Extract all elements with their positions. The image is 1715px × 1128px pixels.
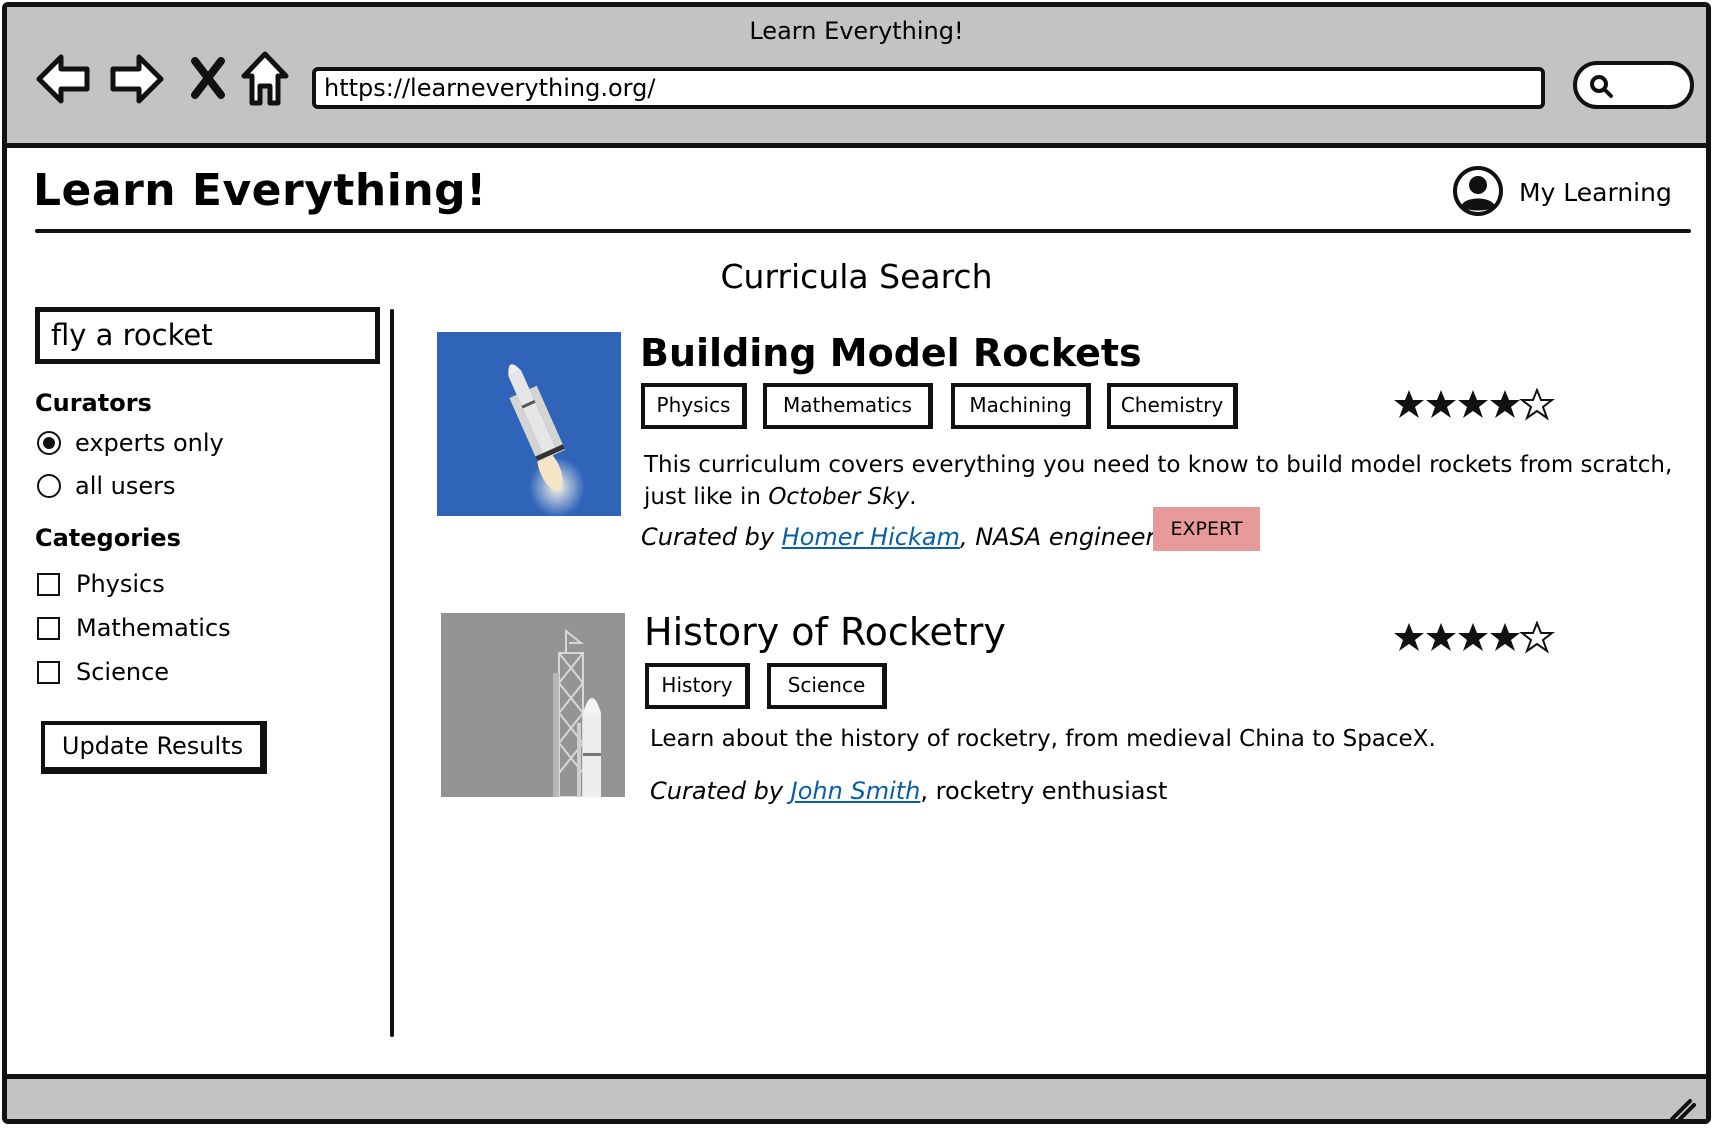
checkbox[interactable] xyxy=(37,616,60,640)
search-input[interactable]: fly a rocket xyxy=(35,307,380,364)
launch-tower-thumbnail[interactable] xyxy=(441,613,625,797)
curator-option-experts[interactable]: experts only xyxy=(37,428,224,458)
categories-heading: Categories xyxy=(35,524,181,552)
status-bar xyxy=(7,1074,1706,1123)
tag-physics[interactable]: Physics xyxy=(641,383,747,429)
rocket-launch-thumbnail[interactable] xyxy=(437,332,621,516)
category-option-label: Physics xyxy=(76,570,165,598)
browser-search-field[interactable] xyxy=(1573,61,1694,109)
curators-heading: Curators xyxy=(35,389,152,417)
result-description: This curriculum covers everything you ne… xyxy=(644,449,1686,513)
magnifier-icon xyxy=(1590,75,1613,98)
category-option-label: Science xyxy=(76,658,170,686)
curator-role: , rocketry enthusiast xyxy=(920,777,1168,805)
update-results-button[interactable]: Update Results xyxy=(41,721,267,774)
description-end: . xyxy=(909,484,917,510)
description-italic: October Sky xyxy=(768,484,910,510)
curator-link[interactable]: Homer Hickam xyxy=(782,523,960,551)
window-title: Learn Everything! xyxy=(749,17,964,45)
result-title[interactable]: Building Model Rockets xyxy=(640,331,1142,375)
radio-selected[interactable] xyxy=(37,431,61,455)
category-option-mathematics[interactable]: Mathematics xyxy=(37,613,231,643)
back-arrow-icon[interactable] xyxy=(35,51,93,107)
category-option-label: Mathematics xyxy=(76,614,231,642)
curator-role: , NASA engineer xyxy=(959,523,1156,551)
my-learning-link[interactable]: My Learning xyxy=(1519,178,1672,207)
curator-option-all-users[interactable]: all users xyxy=(37,471,176,501)
resize-grip-icon[interactable] xyxy=(1666,1093,1696,1123)
curator-line: Curated by Homer Hickam, NASA engineer xyxy=(641,523,1155,551)
page-title: Curricula Search xyxy=(720,257,993,296)
curator-link[interactable]: John Smith xyxy=(791,777,921,805)
tag-mathematics[interactable]: Mathematics xyxy=(763,383,933,429)
tag-machining[interactable]: Machining xyxy=(951,383,1091,429)
rating-stars-icon xyxy=(1394,622,1553,652)
url-bar[interactable]: https://learneverything.org/ xyxy=(312,67,1545,109)
result-title[interactable]: History of Rocketry xyxy=(644,610,1006,654)
forward-arrow-icon[interactable] xyxy=(107,51,165,107)
curator-option-label: experts only xyxy=(75,429,224,457)
curated-by-prefix: Curated by xyxy=(641,523,775,551)
stop-x-icon[interactable] xyxy=(190,57,226,99)
site-brand[interactable]: Learn Everything! xyxy=(33,165,487,216)
category-option-physics[interactable]: Physics xyxy=(37,569,165,599)
category-option-science[interactable]: Science xyxy=(37,657,169,687)
user-avatar-icon[interactable] xyxy=(1452,165,1504,217)
result-description: Learn about the history of rocketry, fro… xyxy=(650,726,1436,752)
browser-toolbar: Learn Everything! https://learneverythin… xyxy=(7,7,1706,148)
header-divider xyxy=(35,229,1691,233)
home-icon[interactable] xyxy=(240,50,290,108)
checkbox[interactable] xyxy=(37,660,60,684)
curator-option-label: all users xyxy=(75,472,176,500)
curator-line: Curated by John Smith, rocketry enthusia… xyxy=(650,777,1167,805)
radio-unselected[interactable] xyxy=(37,474,61,498)
tag-history[interactable]: History xyxy=(645,663,750,709)
rating-stars-icon xyxy=(1394,389,1553,419)
curated-by-prefix: Curated by xyxy=(650,777,784,805)
browser-window: Learn Everything! https://learneverythin… xyxy=(2,2,1711,1124)
expert-badge: EXPERT xyxy=(1153,507,1260,551)
tag-science[interactable]: Science xyxy=(767,663,887,709)
tag-chemistry[interactable]: Chemistry xyxy=(1107,383,1238,429)
checkbox[interactable] xyxy=(37,572,60,596)
sidebar-divider xyxy=(390,309,394,1037)
